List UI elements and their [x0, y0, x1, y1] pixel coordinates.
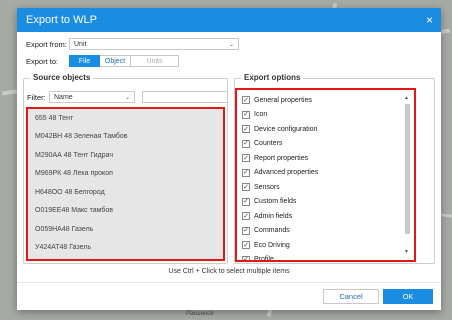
cancel-button[interactable]: Cancel [323, 289, 379, 304]
checkbox-checked-icon[interactable]: ✓ [242, 110, 250, 119]
source-object-item[interactable]: У424АТ48 Газель [28, 239, 223, 258]
source-objects-title: Source objects [30, 73, 94, 82]
export-options-title: Export options [241, 73, 304, 82]
checkbox-checked-icon[interactable]: ✓ [242, 226, 250, 235]
checkbox-checked-icon[interactable]: ✓ [242, 241, 250, 250]
export-to-segmented: File Object Units [69, 55, 179, 67]
export-option-label: Report properties [254, 154, 309, 162]
export-option-label: General properties [254, 96, 312, 104]
export-option-label: Profile [254, 256, 274, 262]
export-option-item[interactable]: ✓ Device configuration [240, 122, 411, 137]
filter-select-value: Name [54, 93, 73, 101]
export-option-item[interactable]: ✓ Custom fields [240, 195, 411, 210]
checkbox-checked-icon[interactable]: ✓ [242, 212, 250, 221]
chevron-down-icon: ⌄ [124, 94, 130, 101]
dialog-titlebar: Export to WLP × [17, 8, 441, 32]
export-from-select[interactable]: Unit ⌄ [69, 38, 239, 50]
scrollbar-thumb[interactable] [405, 104, 410, 234]
export-options-list[interactable]: ✓ General properties ✓ Icon ✓ Device configur… [235, 88, 416, 262]
ok-button[interactable]: OK [383, 289, 433, 304]
export-option-item[interactable]: ✓ Eco Driving [240, 238, 411, 253]
map-place-label: Ракшинов [186, 311, 214, 317]
export-option-item[interactable]: ✓ Advanced properties [240, 166, 411, 181]
checkbox-checked-icon[interactable]: ✓ [242, 255, 250, 260]
dialog-title: Export to WLP [26, 14, 97, 26]
export-option-label: Eco Driving [254, 241, 290, 249]
source-object-item[interactable]: О059НА48 Газель [28, 220, 223, 239]
checkbox-checked-icon[interactable]: ✓ [242, 139, 250, 148]
export-option-item[interactable]: ✓ Admin fields [240, 209, 411, 224]
source-object-item[interactable]: О019ЕЕ48 Макс тамбов [28, 202, 223, 221]
export-option-label: Advanced properties [254, 169, 319, 177]
export-option-item[interactable]: ✓ Sensors [240, 180, 411, 195]
source-object-item[interactable]: М290АА 48 Тент Гидрач [28, 146, 223, 165]
options-scrollbar[interactable]: ▲ ▼ [403, 95, 411, 255]
export-option-label: Icon [254, 111, 268, 119]
export-options-group: Export options ✓ General properties ✓ Icon ✓… [234, 73, 435, 264]
export-option-item[interactable]: ✓ Report properties [240, 151, 411, 166]
export-option-item[interactable]: ✓ General properties [240, 93, 411, 108]
export-to-label: Export to: [26, 56, 59, 66]
filter-input[interactable] [142, 91, 228, 103]
multi-select-hint: Use Ctrl + Click to select multiple item… [168, 268, 290, 275]
checkbox-checked-icon[interactable]: ✓ [242, 168, 250, 177]
source-objects-group: Source objects Filter: Name ⌄ 655 48 Тен… [23, 73, 228, 264]
export-option-item[interactable]: ✓ Profile [240, 253, 411, 262]
export-to-object-button[interactable]: Object [100, 55, 131, 67]
export-option-item[interactable]: ✓ Icon [240, 108, 411, 123]
export-to-units-button[interactable]: Units [131, 55, 179, 67]
chevron-down-icon: ⌄ [228, 41, 234, 48]
checkbox-checked-icon[interactable]: ✓ [242, 183, 250, 192]
checkbox-checked-icon[interactable]: ✓ [242, 154, 250, 163]
export-option-item[interactable]: ✓ Commands [240, 224, 411, 239]
filter-select[interactable]: Name ⌄ [49, 91, 135, 103]
export-option-label: Commands [254, 227, 290, 235]
export-option-label: Sensors [254, 183, 280, 191]
export-from-row: Export from: Unit ⌄ [26, 38, 239, 50]
filter-label: Filter: [27, 92, 46, 102]
source-objects-list[interactable]: 655 48 Тент М042ВН 48 Зеленая Тамбов М290А… [26, 107, 225, 261]
export-option-label: Device configuration [254, 125, 318, 133]
checkbox-checked-icon[interactable]: ✓ [242, 96, 250, 105]
filter-row: Filter: Name ⌄ [27, 91, 228, 103]
close-icon[interactable]: × [426, 14, 433, 26]
export-from-value: Unit [74, 40, 87, 48]
export-to-row: Export to: File Object Units [26, 55, 179, 67]
source-object-item[interactable]: М969РК 48 Лека прокоп [28, 165, 223, 184]
checkbox-checked-icon[interactable]: ✓ [242, 125, 250, 134]
checkbox-checked-icon[interactable]: ✓ [242, 197, 250, 206]
scroll-up-icon[interactable]: ▲ [404, 95, 409, 101]
footer-divider [17, 282, 441, 283]
export-option-label: Counters [254, 140, 283, 148]
source-object-item[interactable]: М042ВН 48 Зеленая Тамбов [28, 128, 223, 147]
scroll-down-icon[interactable]: ▼ [404, 249, 409, 255]
export-from-label: Export from: [26, 39, 67, 49]
export-dialog: Export to WLP × Export from: Unit ⌄ Expo… [17, 8, 441, 310]
source-object-item[interactable]: Н648ОО 48 Белгород [28, 183, 223, 202]
export-option-label: Custom fields [254, 198, 297, 206]
export-option-item[interactable]: ✓ Counters [240, 137, 411, 152]
export-option-label: Admin fields [254, 212, 293, 220]
source-object-item[interactable]: 655 48 Тент [28, 109, 223, 128]
export-to-file-button[interactable]: File [69, 55, 100, 67]
